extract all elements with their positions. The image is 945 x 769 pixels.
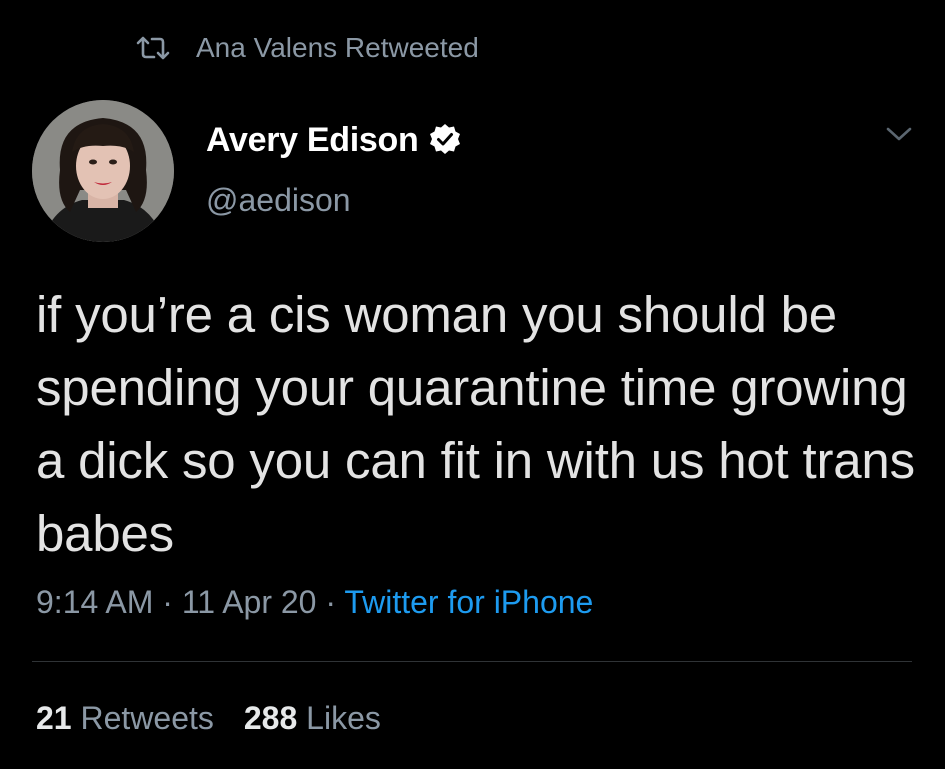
tweet-meta: 9:14 AM · 11 Apr 20 · Twitter for iPhone [36, 584, 593, 621]
retweet-context-text: Ana Valens Retweeted [196, 32, 479, 63]
tweet-date[interactable]: 11 Apr 20 [182, 584, 317, 620]
retweets-count: 21 [36, 700, 72, 736]
retweets-label: Retweets [80, 700, 214, 736]
likes-count: 288 [243, 700, 298, 736]
chevron-down-icon[interactable] [884, 124, 914, 144]
author-display-name[interactable]: Avery Edison [206, 121, 419, 160]
divider [32, 661, 912, 662]
author-handle[interactable]: @aedison [206, 182, 351, 219]
retweets-stat[interactable]: 21 Retweets [36, 700, 214, 736]
likes-label: Likes [306, 700, 381, 736]
author-name-row[interactable]: Avery Edison [206, 118, 462, 162]
meta-separator: · [325, 584, 337, 620]
tweet-time[interactable]: 9:14 AM [36, 584, 153, 620]
tweet-text: if you’re a cis woman you should be spen… [36, 286, 915, 562]
retweet-context[interactable]: Ana Valens Retweeted [136, 28, 479, 68]
tweet-source-link[interactable]: Twitter for iPhone [344, 584, 593, 620]
tweet-stats: 21 Retweets 288 Likes [36, 700, 381, 737]
avatar[interactable] [32, 100, 174, 242]
verified-badge-icon [428, 123, 462, 157]
meta-separator: · [162, 584, 173, 620]
retweet-icon [136, 35, 170, 61]
likes-stat[interactable]: 288 Likes [244, 700, 381, 736]
